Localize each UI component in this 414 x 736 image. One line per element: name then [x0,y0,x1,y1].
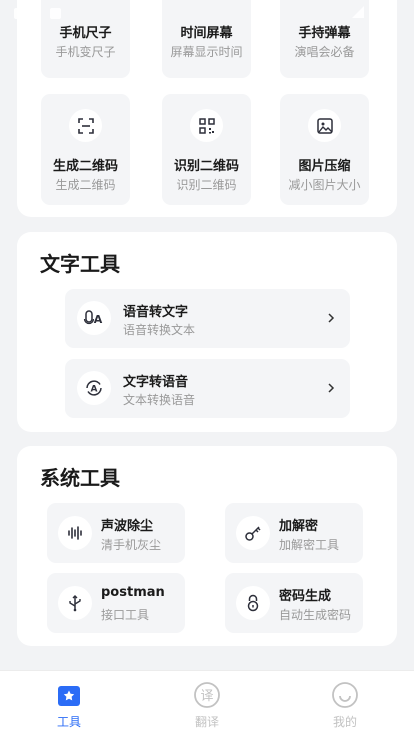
tab-translate[interactable]: 译 翻译 [138,671,276,736]
tool-tile-generate-qr[interactable]: 生成二维码 生成二维码 [41,94,130,205]
status-icon [14,8,25,19]
voice-to-text-icon: A [77,301,111,335]
svg-text:A: A [91,385,98,395]
image-icon [308,109,341,142]
tool-subtitle: 手机变尺子 [55,45,116,59]
tab-label: 我的 [332,715,357,729]
signal-icon [352,6,364,18]
tool-title: 密码生成 [279,589,332,604]
status-bar [0,0,414,26]
section-title: 系统工具 [40,466,120,490]
tool-subtitle: 演唱会必备 [294,45,355,59]
tab-mine[interactable]: 我的 [276,671,414,736]
tool-subtitle: 清手机灰尘 [101,538,162,552]
chevron-right-icon [328,383,335,393]
common-tools-card: 手机尺子 手机变尺子 30 时间屏幕 屏幕显示时间 手持弹幕 演唱会必备 生成二… [17,0,397,217]
text-to-voice-icon: A [77,371,111,405]
row-subtitle: 文本转换语音 [123,393,196,407]
scan-frame-icon [69,109,102,142]
tool-tile-image-compress[interactable]: 图片压缩 减小图片大小 [280,94,369,205]
chevron-right-icon [328,313,335,323]
system-tools-card: 系统工具 声波除尘 清手机灰尘 加解密 加解密工具 postman 接口工具 密… [17,446,397,646]
tool-title: 加解密 [279,519,319,534]
tab-tools[interactable]: 工具 [0,671,138,736]
lock-icon [236,586,270,620]
text-tools-card: 文字工具 A 语音转文字 语音转换文本 A 文字转语音 文本转换语音 [17,232,397,432]
tool-subtitle: 识别二维码 [176,178,237,192]
qr-code-icon [190,109,223,142]
system-tool-password-generator[interactable]: 密码生成 自动生成密码 [225,573,363,633]
tab-label: 翻译 [194,715,219,729]
tool-subtitle: 接口工具 [101,608,150,622]
toolbox-star-icon [58,686,80,706]
tool-subtitle: 自动生成密码 [279,608,352,622]
sound-wave-icon [58,516,92,550]
tool-title: postman [101,585,165,600]
row-title: 文字转语音 [123,375,189,390]
system-tool-postman[interactable]: postman 接口工具 [47,573,185,633]
row-subtitle: 语音转换文本 [123,323,196,337]
key-icon [236,516,270,550]
bottom-tab-bar: 工具 译 翻译 我的 [0,670,414,736]
tool-title: 声波除尘 [101,519,154,534]
tool-title: 识别二维码 [173,159,239,174]
usb-icon [58,586,92,620]
tool-tile-recognize-qr[interactable]: 识别二维码 识别二维码 [162,94,251,205]
section-title: 文字工具 [40,252,120,276]
tab-label: 工具 [56,715,81,729]
text-tool-row-speech-to-text[interactable]: A 语音转文字 语音转换文本 [65,289,350,348]
status-icon [50,8,61,19]
tool-title: 生成二维码 [52,159,118,174]
tool-title: 图片压缩 [298,159,351,174]
svg-text:A: A [94,313,103,326]
tool-subtitle: 生成二维码 [55,178,116,192]
tool-subtitle: 加解密工具 [279,538,340,552]
tool-subtitle: 减小图片大小 [288,178,361,192]
text-tool-row-text-to-speech[interactable]: A 文字转语音 文本转换语音 [65,359,350,418]
svg-text:译: 译 [200,689,213,704]
system-tool-sound-dust[interactable]: 声波除尘 清手机灰尘 [47,503,185,563]
translate-icon: 译 [194,682,220,708]
system-tool-encrypt[interactable]: 加解密 加解密工具 [225,503,363,563]
tool-subtitle: 屏幕显示时间 [170,45,243,59]
row-title: 语音转文字 [123,305,189,320]
smile-face-icon [332,682,358,708]
